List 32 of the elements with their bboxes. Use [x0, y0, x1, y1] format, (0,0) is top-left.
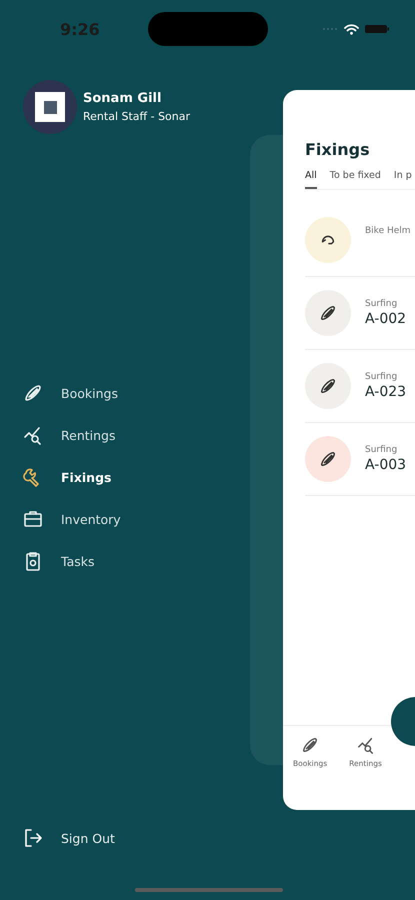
item-category: Surfing [365, 372, 398, 382]
item-category: Surfing [365, 299, 398, 309]
signal-icon [322, 27, 338, 31]
menu-item[interactable]: Fixings [23, 462, 112, 492]
surfboard-icon [301, 736, 320, 754]
menu-item[interactable]: Bookings [23, 378, 118, 408]
chart-search-icon [23, 425, 43, 445]
wifi-icon [344, 24, 359, 34]
menu-item[interactable]: Rentings [23, 420, 116, 450]
menu-item[interactable]: Tasks [23, 546, 94, 576]
menu-item[interactable]: Inventory [23, 504, 121, 534]
surfboard-icon [319, 450, 337, 468]
item-code: A-003 [365, 457, 406, 473]
filter-tab[interactable]: All [305, 170, 317, 189]
clipboard-icon [23, 551, 43, 571]
item-category: Bike Helm [365, 226, 411, 236]
filter-tab[interactable]: In p [394, 170, 412, 189]
screen-title: Fixings [305, 140, 371, 159]
user-name: Sonam Gill [83, 91, 162, 106]
briefcase-icon [23, 509, 43, 529]
item-category: Surfing [365, 445, 398, 455]
battery-icon [365, 24, 389, 34]
surfboard-icon [319, 377, 337, 395]
filter-tab[interactable]: To be fixed [330, 170, 381, 189]
item-code: A-002 [365, 311, 406, 327]
user-role: Rental Staff - Sonar [83, 110, 190, 123]
surfboard-icon [23, 383, 43, 403]
sign-out-button[interactable]: Sign Out [23, 828, 115, 848]
sign-out-icon [23, 828, 43, 848]
surfboard-icon [319, 304, 337, 322]
item-code: A-023 [365, 384, 406, 400]
chart-search-icon [356, 736, 375, 754]
